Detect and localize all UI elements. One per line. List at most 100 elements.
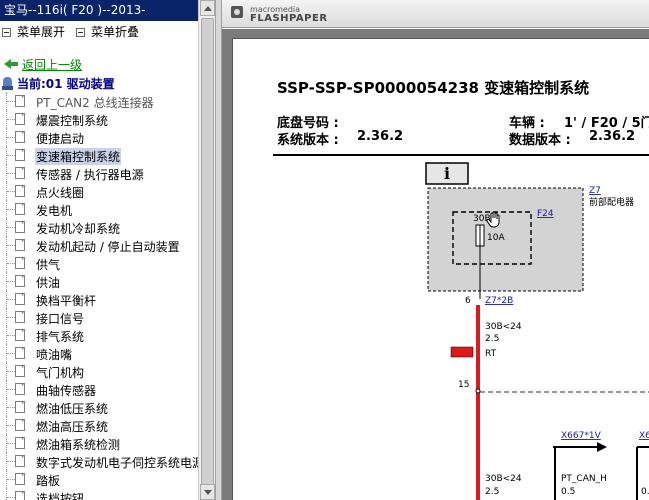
tree-branch-line [7, 461, 15, 462]
document-icon [15, 203, 25, 215]
wire-b-name: 30B<24 [485, 474, 522, 484]
connector-b-arrow-icon [597, 442, 607, 452]
document-icon [15, 95, 25, 107]
scroll-thumb[interactable] [201, 18, 214, 488]
tree-item-label: 爆震控制系统 [36, 114, 109, 128]
collapse-menu-button[interactable]: 菜单折叠 [76, 22, 139, 42]
document-icon [15, 329, 25, 341]
tree-item[interactable]: 燃油低压系统 [0, 398, 198, 416]
document-viewer: macromedia FLASHPAPER SSP-SSP-SP00000542… [222, 0, 649, 500]
document-icon [15, 455, 25, 467]
tree-item[interactable]: 发动机起动 / 停止自动装置 [0, 236, 198, 254]
tree-item-label: 曲轴传感器 [36, 384, 97, 398]
folder-user-icon [2, 76, 14, 91]
tree-item[interactable]: 发电机 [0, 200, 198, 218]
document-icon [15, 437, 25, 449]
document-icon [15, 419, 25, 431]
wire-a-name: 30B<24 [485, 322, 522, 332]
document-icon [15, 239, 25, 251]
hand-cursor-icon [486, 211, 500, 228]
tree-branch-line [7, 317, 15, 318]
scroll-down-button[interactable] [200, 484, 215, 500]
tree-item-label: 便捷启动 [36, 132, 85, 146]
document-icon [15, 293, 25, 305]
tree-item[interactable]: 选档按钮 [0, 488, 198, 500]
connector-c-link[interactable]: X6 [639, 431, 649, 441]
tree-item-label: 发电机 [36, 204, 73, 218]
tree-item[interactable]: 曲轴传感器 [0, 380, 198, 398]
connector-b-link[interactable]: X667*1V [561, 431, 602, 441]
current-folder: 当前:01 驱动装置 [2, 75, 115, 92]
back-link[interactable]: 返回上一级 [22, 56, 82, 73]
tree-item-label: 接口信号 [36, 312, 85, 326]
fuse-rating: 10A [487, 233, 505, 243]
module-name: 前部配电器 [589, 196, 634, 208]
tree-branch-line [7, 173, 15, 174]
tree-item[interactable]: 接口信号 [0, 308, 198, 326]
tree-item[interactable]: 数字式发动机电子伺控系统电源 [0, 452, 198, 470]
splice-pin-number: 15 [458, 380, 469, 390]
tree-branch-line [7, 353, 15, 354]
tree-branch-line [7, 263, 15, 264]
pane-splitter[interactable] [215, 0, 222, 500]
tree-item-label: 踏板 [36, 474, 61, 488]
tree-item[interactable]: 变速箱控制系统 [0, 146, 198, 165]
tree-item[interactable]: 燃油高压系统 [0, 416, 198, 434]
menu-toolbar: 菜单展开 菜单折叠 [0, 22, 198, 42]
expand-icon [2, 27, 11, 37]
tree-branch-line [7, 479, 15, 480]
tree-item[interactable]: PT_CAN2 总线连接器 [0, 92, 198, 110]
tree-branch-line [7, 191, 15, 192]
tree-guide-line [6, 488, 7, 500]
tree-item-label: PT_CAN2 总线连接器 [36, 96, 154, 110]
tree-branch-line [7, 245, 15, 246]
arrow-up-icon [204, 6, 212, 11]
signal-size-2: 0.5 [641, 487, 649, 497]
tree-item[interactable]: 发动机冷却系统 [0, 218, 198, 236]
tree-item[interactable]: 换档平衡杆 [0, 290, 198, 308]
tree-item-label: 发动机起动 / 停止自动装置 [36, 240, 180, 254]
back-to-parent-button[interactable]: 返回上一级 [4, 56, 82, 72]
navigation-pane: 宝马--116i( F20 )--2013- 菜单展开 菜单折叠 返回上一级 当… [0, 0, 198, 500]
wire-color-swatch [450, 346, 474, 358]
tree-item[interactable]: 供油 [0, 272, 198, 290]
tree-item-label: 供气 [36, 258, 61, 272]
tree-item-label: 燃油高压系统 [36, 420, 109, 434]
document-icon [15, 275, 25, 287]
splice-point [475, 388, 481, 394]
tree-item[interactable]: 燃油箱系统检测 [0, 434, 198, 452]
module-ref-link[interactable]: Z7 [589, 186, 601, 196]
macromedia-logo-icon [231, 6, 243, 18]
signal-size: 0.5 [561, 487, 575, 497]
tree-item-label: 排气系统 [36, 330, 85, 344]
tree-branch-line [7, 209, 15, 210]
wire-a-size: 2.5 [485, 334, 499, 344]
nav-scrollbar[interactable] [198, 0, 215, 500]
tree-item[interactable]: 踏板 [0, 470, 198, 488]
tree-item-label: 换档平衡杆 [36, 294, 97, 308]
tree-item[interactable]: 气门机构 [0, 362, 198, 380]
tree-item[interactable]: 爆震控制系统 [0, 110, 198, 128]
pin-a-number: 6 [465, 296, 471, 306]
document-icon [15, 473, 25, 485]
document-icon [15, 221, 25, 233]
tree-item-label: 供油 [36, 276, 61, 290]
tree-item[interactable]: 点火线圈 [0, 182, 198, 200]
tree-item-label: 燃油低压系统 [36, 402, 109, 416]
tree-item[interactable]: 排气系统 [0, 326, 198, 344]
document-icon [15, 491, 25, 500]
tree-item[interactable]: 传感器 / 执行器电源 [0, 164, 198, 182]
scroll-up-button[interactable] [200, 0, 215, 16]
expand-menu-button[interactable]: 菜单展开 [2, 22, 65, 42]
fuse-ref-link[interactable]: F24 [537, 209, 554, 219]
page-canvas[interactable]: SSP-SSP-SP0000054238 变速箱控制系统 底盘号码 : 系统版本… [222, 29, 649, 500]
arrow-down-icon [204, 490, 212, 495]
tree-item[interactable]: 喷油嘴 [0, 344, 198, 362]
brand-product: FLASHPAPER [250, 13, 328, 24]
tree-item[interactable]: 便捷启动 [0, 128, 198, 146]
tree-branch-line [7, 155, 15, 156]
connector-a-link[interactable]: Z7*2B [485, 296, 513, 306]
collapse-menu-label: 菜单折叠 [91, 25, 140, 39]
tree-item[interactable]: 供气 [0, 254, 198, 272]
tree-branch-line [7, 299, 15, 300]
